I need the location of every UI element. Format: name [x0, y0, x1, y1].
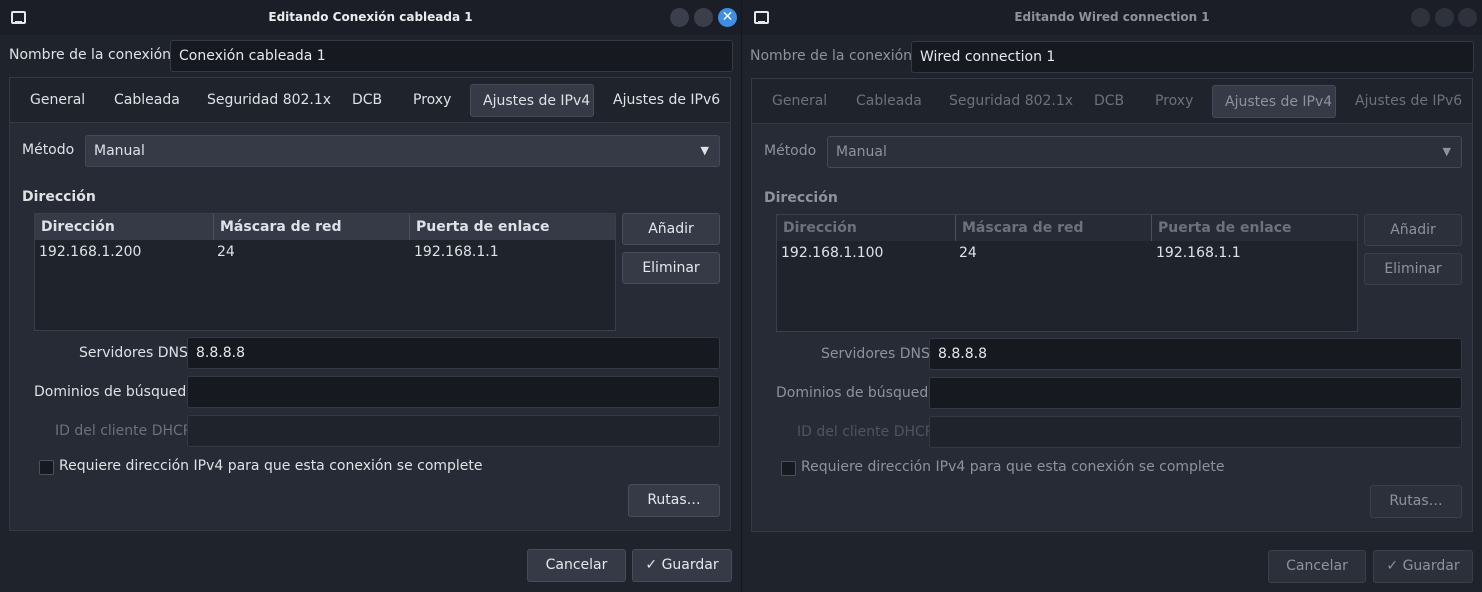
tab-bar: General Cableada Seguridad 802.1x DCB Pr…	[752, 79, 1472, 124]
close-icon[interactable]: ✕	[718, 8, 737, 27]
title-bar[interactable]: Editando Conexión cableada 1 ✕	[0, 0, 741, 35]
checkmark-icon: ✓	[645, 557, 658, 573]
add-button[interactable]: Añadir	[622, 213, 720, 245]
tab-wired[interactable]: Cableada	[114, 84, 180, 117]
tab-dcb[interactable]: DCB	[1094, 85, 1124, 118]
routes-button[interactable]: Rutas…	[628, 484, 720, 517]
tab-dcb[interactable]: DCB	[352, 84, 382, 117]
dns-servers-field[interactable]: 8.8.8.8	[929, 338, 1462, 370]
minimize-button[interactable]	[670, 8, 689, 27]
save-button[interactable]: ✓ Guardar	[1373, 550, 1473, 583]
addresses-table[interactable]: Dirección Máscara de red Puerta de enlac…	[776, 214, 1358, 332]
search-domains-label: Dominios de búsqueda	[776, 385, 937, 401]
edit-connection-dialog-inactive: Editando Wired connection 1 Nombre de la…	[742, 0, 1482, 592]
save-button[interactable]: ✓ Guardar	[632, 549, 732, 582]
tab-security-8021x[interactable]: Seguridad 802.1x	[949, 85, 1073, 118]
chevron-down-icon: ▼	[1442, 145, 1451, 158]
tab-ipv6-settings[interactable]: Ajustes de IPv6	[613, 84, 720, 117]
dhcp-client-id-label: ID del cliente DHCP	[55, 423, 192, 439]
routes-button[interactable]: Rutas…	[1370, 485, 1462, 518]
checkmark-icon: ✓	[1386, 558, 1399, 574]
method-label: Método	[22, 142, 75, 158]
settings-panel: General Cableada Seguridad 802.1x DCB Pr…	[751, 78, 1473, 532]
column-header-gateway[interactable]: Puerta de enlace	[1152, 215, 1357, 241]
cancel-button[interactable]: Cancelar	[1268, 550, 1366, 583]
search-domains-field[interactable]	[187, 376, 720, 408]
tab-proxy[interactable]: Proxy	[413, 84, 451, 117]
require-ipv4-label[interactable]: Requiere dirección IPv4 para que esta co…	[59, 458, 483, 474]
column-header-address[interactable]: Dirección	[777, 215, 956, 241]
add-button[interactable]: Añadir	[1364, 214, 1462, 246]
title-bar[interactable]: Editando Wired connection 1	[742, 0, 1482, 35]
dhcp-client-id-label: ID del cliente DHCP	[797, 424, 934, 440]
row-netmask: 24	[217, 244, 235, 260]
require-ipv4-checkbox[interactable]	[781, 461, 796, 476]
addresses-table[interactable]: Dirección Máscara de red Puerta de enlac…	[34, 213, 616, 331]
row-address: 192.168.1.200	[39, 244, 142, 260]
delete-button[interactable]: Eliminar	[1364, 253, 1462, 285]
dns-servers-label: Servidores DNS	[79, 345, 188, 361]
maximize-button[interactable]	[1435, 8, 1454, 27]
tab-ipv4-settings[interactable]: Ajustes de IPv4	[1212, 85, 1336, 118]
connection-name-field[interactable]: Conexión cableada 1	[170, 40, 733, 72]
window-title: Editando Wired connection 1	[1014, 10, 1210, 24]
method-label: Método	[764, 143, 817, 159]
column-header-netmask[interactable]: Máscara de red	[214, 214, 410, 240]
tab-proxy[interactable]: Proxy	[1155, 85, 1193, 118]
column-header-gateway[interactable]: Puerta de enlace	[410, 214, 615, 240]
cancel-button[interactable]: Cancelar	[527, 549, 626, 582]
method-dropdown[interactable]: Manual ▼	[85, 135, 720, 167]
row-gateway: 192.168.1.1	[414, 244, 499, 260]
tab-ipv6-settings[interactable]: Ajustes de IPv6	[1355, 85, 1462, 118]
dns-servers-field[interactable]: 8.8.8.8	[187, 337, 720, 369]
search-domains-field[interactable]	[929, 377, 1462, 409]
tab-bar: General Cableada Seguridad 802.1x DCB Pr…	[10, 78, 730, 123]
row-gateway: 192.168.1.1	[1156, 245, 1241, 261]
save-button-label: Guardar	[661, 557, 719, 573]
delete-button[interactable]: Eliminar	[622, 252, 720, 284]
row-netmask: 24	[959, 245, 977, 261]
window-title: Editando Conexión cableada 1	[268, 10, 473, 24]
tab-general[interactable]: General	[772, 85, 827, 118]
tab-wired[interactable]: Cableada	[856, 85, 922, 118]
settings-panel: General Cableada Seguridad 802.1x DCB Pr…	[9, 77, 731, 531]
chevron-down-icon: ▼	[700, 144, 709, 157]
addresses-heading: Dirección	[764, 190, 838, 206]
column-header-netmask[interactable]: Máscara de red	[956, 215, 1152, 241]
search-domains-label: Dominios de búsqueda	[34, 384, 195, 400]
method-value: Manual	[94, 143, 145, 159]
close-button[interactable]	[1458, 8, 1477, 27]
column-header-address[interactable]: Dirección	[35, 214, 214, 240]
maximize-button[interactable]	[694, 8, 713, 27]
dhcp-client-id-field[interactable]	[929, 416, 1462, 448]
require-ipv4-checkbox[interactable]	[39, 460, 54, 475]
tab-security-8021x[interactable]: Seguridad 802.1x	[207, 84, 331, 117]
connection-name-label: Nombre de la conexión	[750, 48, 913, 64]
tab-ipv4-settings[interactable]: Ajustes de IPv4	[470, 84, 594, 117]
connection-name-field[interactable]: Wired connection 1	[911, 41, 1474, 73]
dhcp-client-id-field[interactable]	[187, 415, 720, 447]
method-dropdown[interactable]: Manual ▼	[827, 136, 1462, 168]
connection-name-label: Nombre de la conexión	[9, 47, 172, 63]
tab-general[interactable]: General	[30, 84, 85, 117]
minimize-button[interactable]	[1411, 8, 1430, 27]
row-address: 192.168.1.100	[781, 245, 884, 261]
require-ipv4-label[interactable]: Requiere dirección IPv4 para que esta co…	[801, 459, 1225, 475]
edit-connection-dialog: Editando Conexión cableada 1 ✕ Nombre de…	[0, 0, 741, 592]
addresses-heading: Dirección	[22, 189, 96, 205]
method-value: Manual	[836, 144, 887, 160]
save-button-label: Guardar	[1402, 558, 1460, 574]
dns-servers-label: Servidores DNS	[821, 346, 930, 362]
